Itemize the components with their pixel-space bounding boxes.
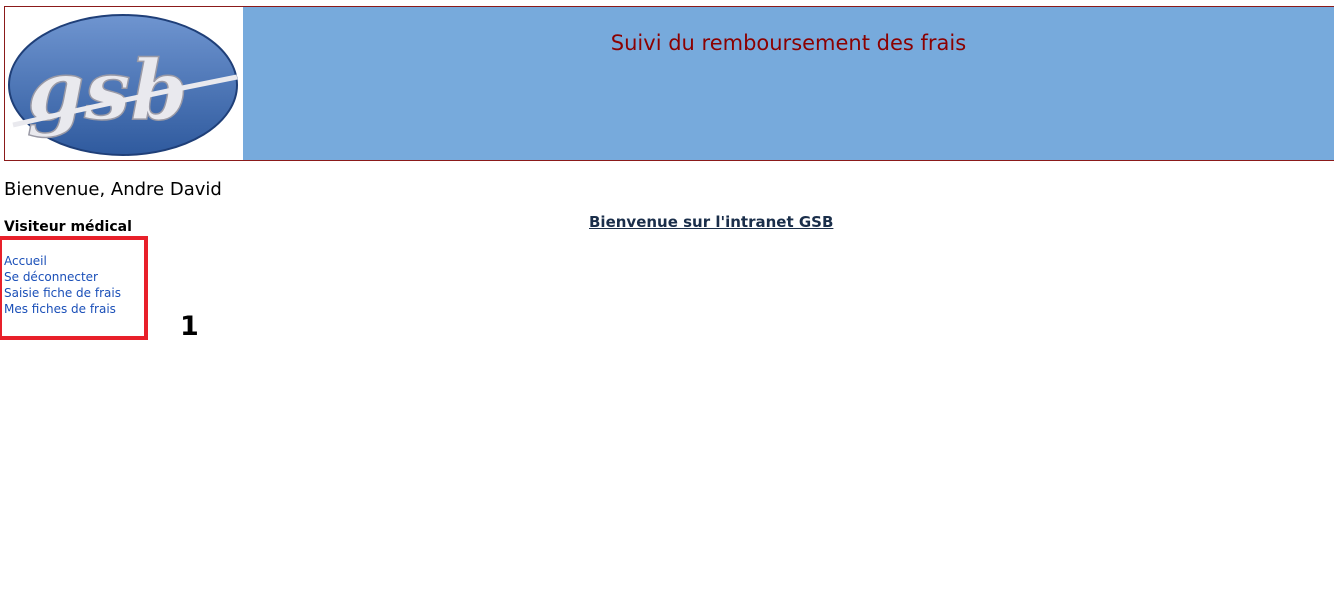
welcome-user-heading: Bienvenue, Andre David <box>4 179 222 200</box>
user-role: Visiteur médical <box>4 219 132 235</box>
annotation-number: 1 <box>180 311 199 342</box>
gsb-logo: gsb <box>5 7 243 160</box>
intranet-welcome-link[interactable]: Bienvenue sur l'intranet GSB <box>589 213 833 231</box>
page-header: gsb Suivi du remboursement des frais <box>4 6 1334 161</box>
annotation-highlight-box <box>0 236 148 340</box>
app-title: Suivi du remboursement des frais <box>610 31 967 55</box>
